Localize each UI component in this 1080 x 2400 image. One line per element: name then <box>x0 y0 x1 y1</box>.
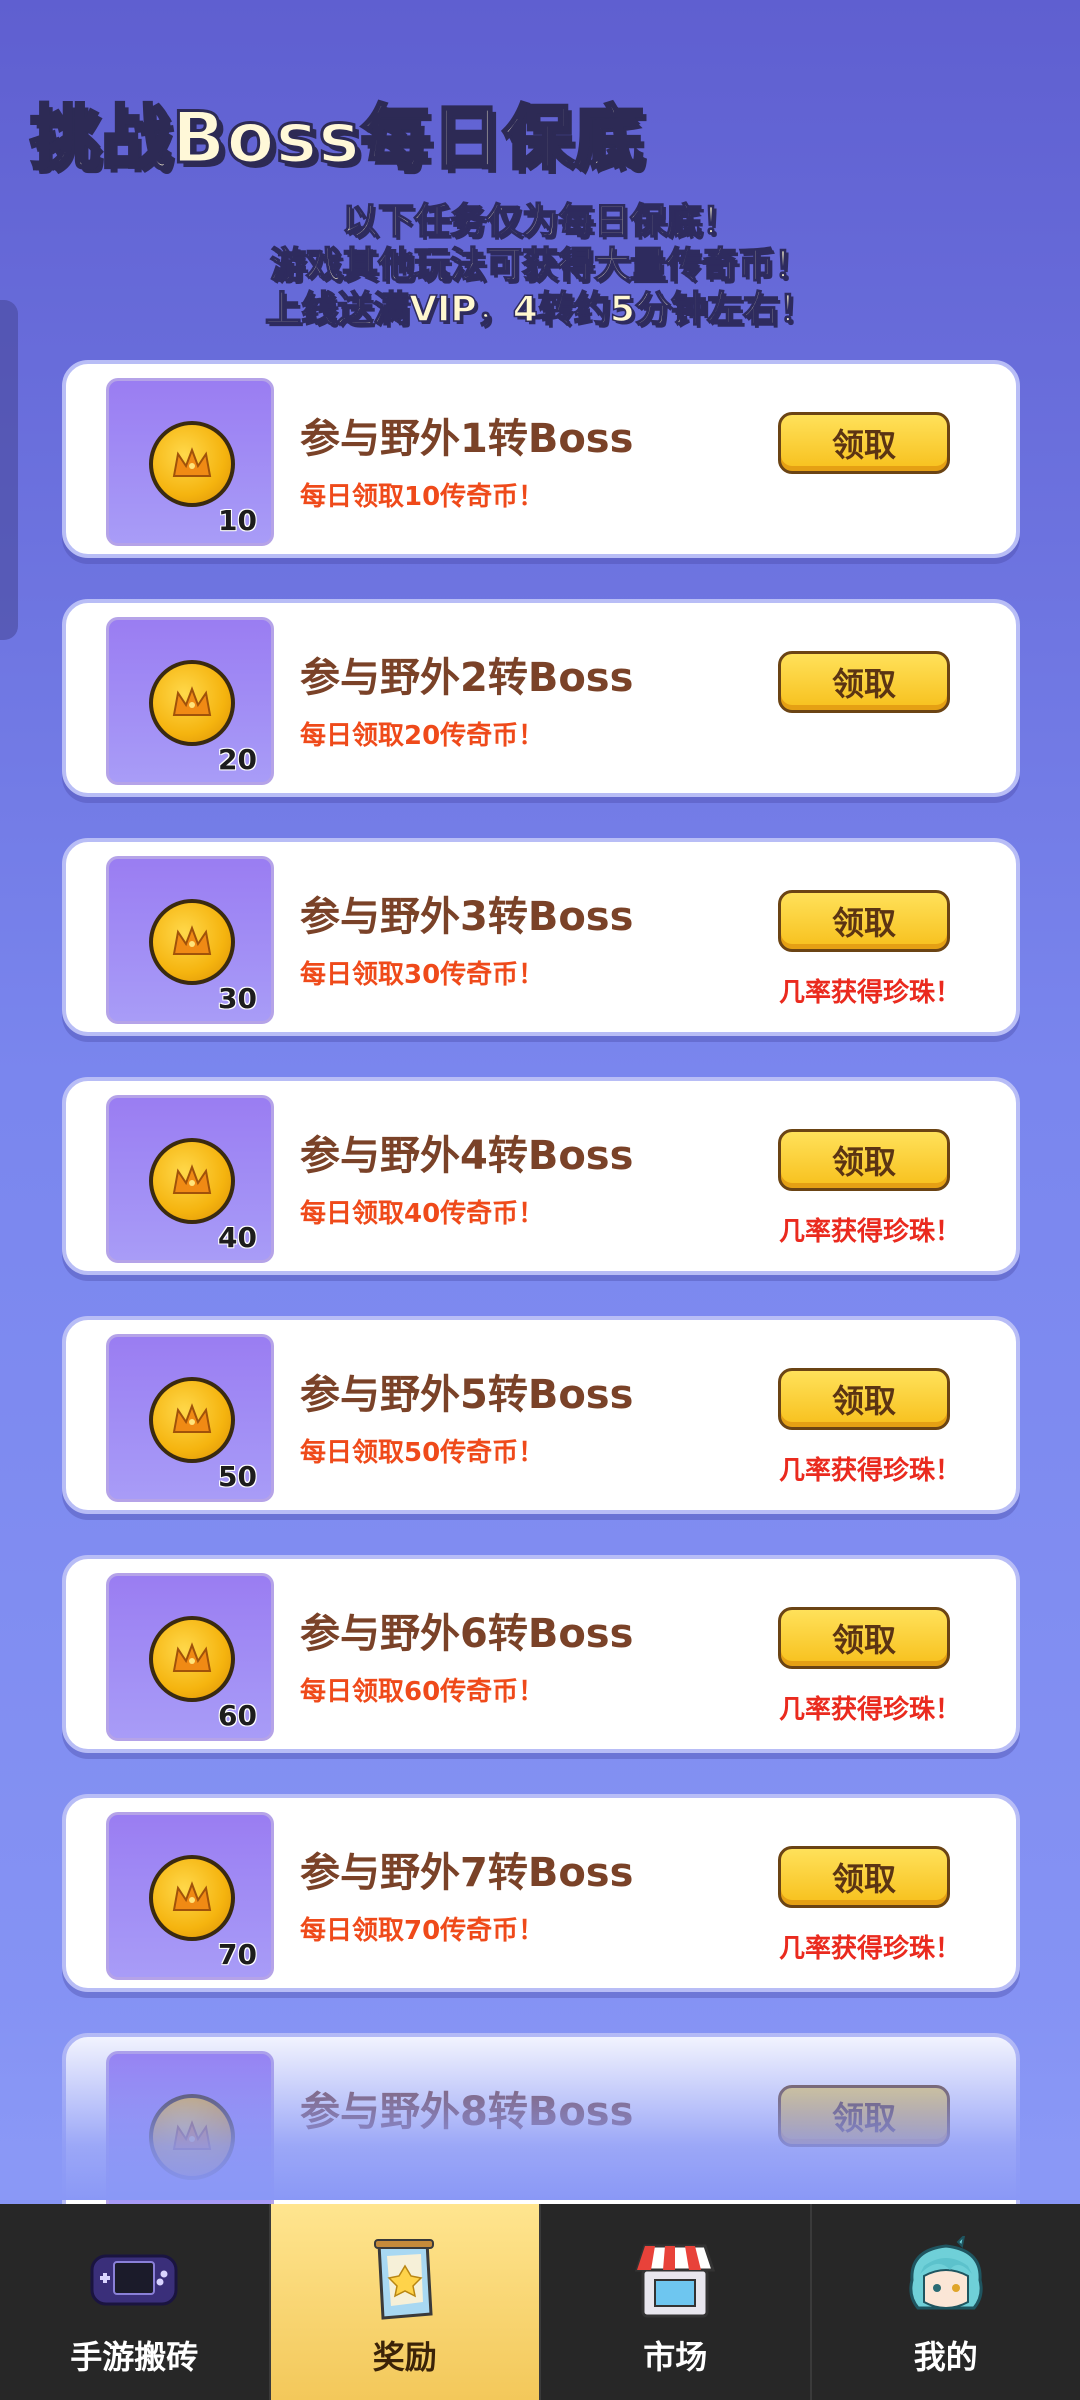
claim-button[interactable]: 领取 <box>778 1368 950 1430</box>
claim-button[interactable]: 领取 <box>778 651 950 713</box>
task-card: 50 参与野外5转Boss 每日领取50传奇币！ 领取几率获得珍珠！ <box>62 1316 1020 1514</box>
pearl-chance-note: 几率获得珍珠！ <box>778 1217 961 1247</box>
pearl-chance-note: 几率获得珍珠！ <box>778 1695 961 1725</box>
page-title: 挑战Boss每日保底 <box>29 96 646 181</box>
crown-coin-icon <box>149 1855 235 1941</box>
reward-amount: 10 <box>218 504 257 537</box>
task-subtitle: 每日领取10传奇币！ <box>300 482 545 512</box>
pearl-chance-note: 几率获得珍珠！ <box>778 1934 961 1964</box>
reward-amount: 20 <box>218 743 257 776</box>
task-card: 30 参与野外3转Boss 每日领取30传奇币！ 领取几率获得珍珠！ <box>62 838 1020 1036</box>
pearl-chance-note: 几率获得珍珠！ <box>778 978 961 1008</box>
crown-coin-icon <box>149 1616 235 1702</box>
claim-button[interactable]: 领取 <box>778 2085 950 2147</box>
crown-coin-icon <box>149 421 235 507</box>
task-card: 40 参与野外4转Boss 每日领取40传奇币！ 领取几率获得珍珠！ <box>62 1077 1020 1275</box>
crown-coin-icon <box>149 899 235 985</box>
reward-thumbnail: 60 <box>106 1573 274 1741</box>
task-card: 10 参与野外1转Boss 每日领取10传奇币！ 领取 <box>62 360 1020 558</box>
task-subtitle: 每日领取20传奇币！ <box>300 721 545 751</box>
reward-thumbnail: 20 <box>106 617 274 785</box>
claim-button[interactable]: 领取 <box>778 1607 950 1669</box>
handheld-console-icon <box>90 2254 178 2306</box>
task-card: 70 参与野外7转Boss 每日领取70传奇币！ 领取几率获得珍珠！ <box>62 1794 1020 1992</box>
reward-thumbnail: 30 <box>106 856 274 1024</box>
task-card: 参与野外8转Boss 领取 <box>62 2033 1020 2231</box>
tab-label: 市场 <box>643 2338 708 2376</box>
task-card: 60 参与野外6转Boss 每日领取60传奇币！ 领取几率获得珍珠！ <box>62 1555 1020 1753</box>
notice-line: 游戏其他玩法可获得大量传奇币！ <box>269 244 811 287</box>
task-title: 参与野外3转Boss <box>300 894 634 940</box>
task-subtitle: 每日领取50传奇币！ <box>300 1438 545 1468</box>
task-title: 参与野外2转Boss <box>300 655 634 701</box>
shop-stall-icon <box>635 2244 716 2318</box>
reward-scroll-icon <box>373 2239 434 2320</box>
claim-button[interactable]: 领取 <box>778 1846 950 1908</box>
task-title: 参与野外7转Boss <box>300 1850 634 1896</box>
notice-line: 以下任务仅为每日保底！ <box>341 200 739 243</box>
pearl-chance-note: 几率获得珍珠！ <box>778 1456 961 1486</box>
tab-label: 我的 <box>913 2338 978 2376</box>
claim-button[interactable]: 领取 <box>778 1129 950 1191</box>
reward-amount: 30 <box>218 982 257 1015</box>
task-title: 参与野外4转Boss <box>300 1133 634 1179</box>
crown-coin-icon <box>149 1138 235 1224</box>
claim-button[interactable]: 领取 <box>778 412 950 474</box>
task-title: 参与野外5转Boss <box>300 1372 634 1418</box>
side-drawer-handle[interactable] <box>0 300 18 640</box>
task-subtitle: 每日领取30传奇币！ <box>300 960 545 990</box>
crown-coin-icon <box>149 2094 235 2180</box>
task-subtitle: 每日领取40传奇币！ <box>300 1199 545 1229</box>
reward-thumbnail <box>106 2051 274 2219</box>
notice-text: 以下任务仅为每日保底！ 游戏其他玩法可获得大量传奇币！ 上线送满VIP，4转约5… <box>0 200 1080 332</box>
task-subtitle: 每日领取60传奇币！ <box>300 1677 545 1707</box>
reward-amount: 60 <box>218 1699 257 1732</box>
reward-amount: 70 <box>218 1938 257 1971</box>
task-title: 参与野外1转Boss <box>300 416 634 462</box>
claim-button[interactable]: 领取 <box>778 890 950 952</box>
task-subtitle: 每日领取70传奇币！ <box>300 1916 545 1946</box>
tab-label: 奖励 <box>372 2338 437 2376</box>
tab-rewards[interactable]: 奖励 <box>270 2204 541 2400</box>
bottom-tab-bar: 手游搬砖 奖励 市场 我的 <box>0 2204 1080 2400</box>
task-card: 20 参与野外2转Boss 每日领取20传奇币！ 领取 <box>62 599 1020 797</box>
task-title: 参与野外8转Boss <box>300 2089 634 2135</box>
character-avatar-icon <box>909 2236 983 2310</box>
tab-mine[interactable]: 我的 <box>812 2204 1080 2400</box>
tab-market[interactable]: 市场 <box>541 2204 812 2400</box>
task-title: 参与野外6转Boss <box>300 1611 634 1657</box>
crown-coin-icon <box>149 660 235 746</box>
crown-coin-icon <box>149 1377 235 1463</box>
tab-label: 手游搬砖 <box>70 2338 199 2376</box>
reward-amount: 50 <box>218 1460 257 1493</box>
reward-amount: 40 <box>218 1221 257 1254</box>
reward-thumbnail: 70 <box>106 1812 274 1980</box>
reward-thumbnail: 50 <box>106 1334 274 1502</box>
notice-line: 上线送满VIP，4转约5分钟左右！ <box>264 288 815 331</box>
reward-thumbnail: 10 <box>106 378 274 546</box>
tab-handheld-gaming[interactable]: 手游搬砖 <box>0 2204 271 2400</box>
reward-thumbnail: 40 <box>106 1095 274 1263</box>
